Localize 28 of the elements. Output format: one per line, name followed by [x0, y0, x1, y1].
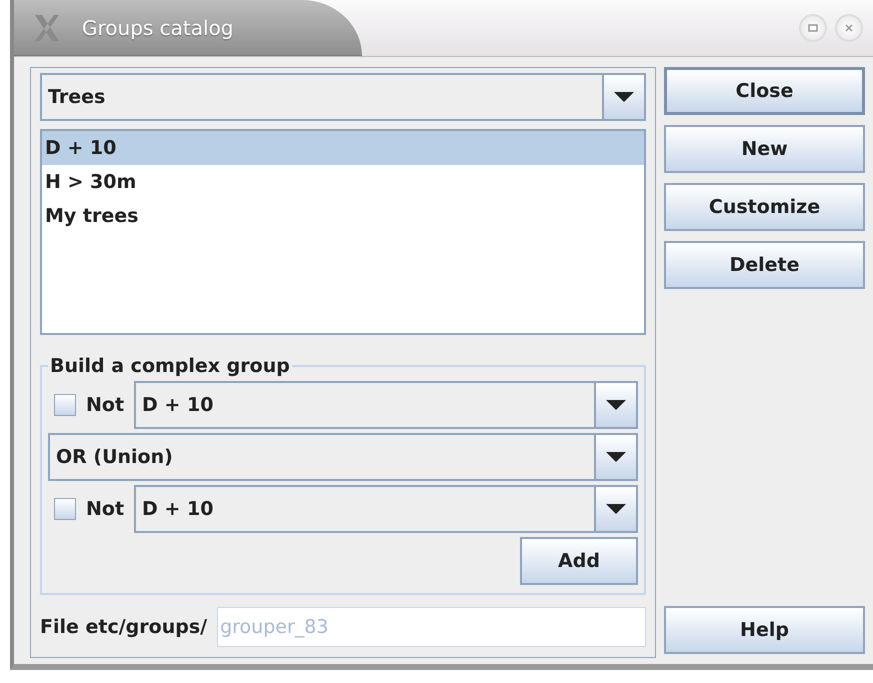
file-label: File etc/groups/: [40, 616, 208, 638]
group-dropdown[interactable]: D + 10: [134, 485, 638, 533]
side-button[interactable]: Delete: [664, 241, 865, 289]
not-checkbox[interactable]: Not: [48, 394, 124, 416]
window-title: Groups catalog: [82, 16, 234, 40]
group-list-item[interactable]: D + 10: [42, 131, 644, 165]
maximize-button[interactable]: [799, 14, 827, 42]
maximize-icon: [807, 22, 819, 34]
file-name-field[interactable]: grouper_83: [217, 607, 646, 647]
close-window-button[interactable]: [835, 14, 863, 42]
side-button[interactable]: Close: [664, 67, 865, 115]
dropdown-arrow-icon: [606, 400, 626, 410]
x-logo-icon: [32, 12, 62, 42]
help-button[interactable]: Help: [664, 606, 865, 654]
group-list-item[interactable]: H > 30m: [42, 165, 644, 199]
group-dropdown[interactable]: D + 10: [134, 381, 638, 429]
not-checkbox[interactable]: Not: [48, 498, 124, 520]
side-button[interactable]: New: [664, 125, 865, 173]
add-button[interactable]: Add: [520, 537, 638, 585]
dropdown-arrow-icon: [606, 504, 626, 514]
complex-group-title: Build a complex group: [49, 355, 291, 377]
category-dropdown[interactable]: Trees: [40, 73, 646, 121]
operator-dropdown[interactable]: OR (Union): [48, 433, 638, 481]
dropdown-arrow-icon: [614, 92, 634, 102]
side-button[interactable]: Customize: [664, 183, 865, 231]
dropdown-arrow-icon: [606, 452, 626, 462]
group-list-item[interactable]: My trees: [42, 199, 644, 233]
close-icon: [843, 22, 855, 34]
